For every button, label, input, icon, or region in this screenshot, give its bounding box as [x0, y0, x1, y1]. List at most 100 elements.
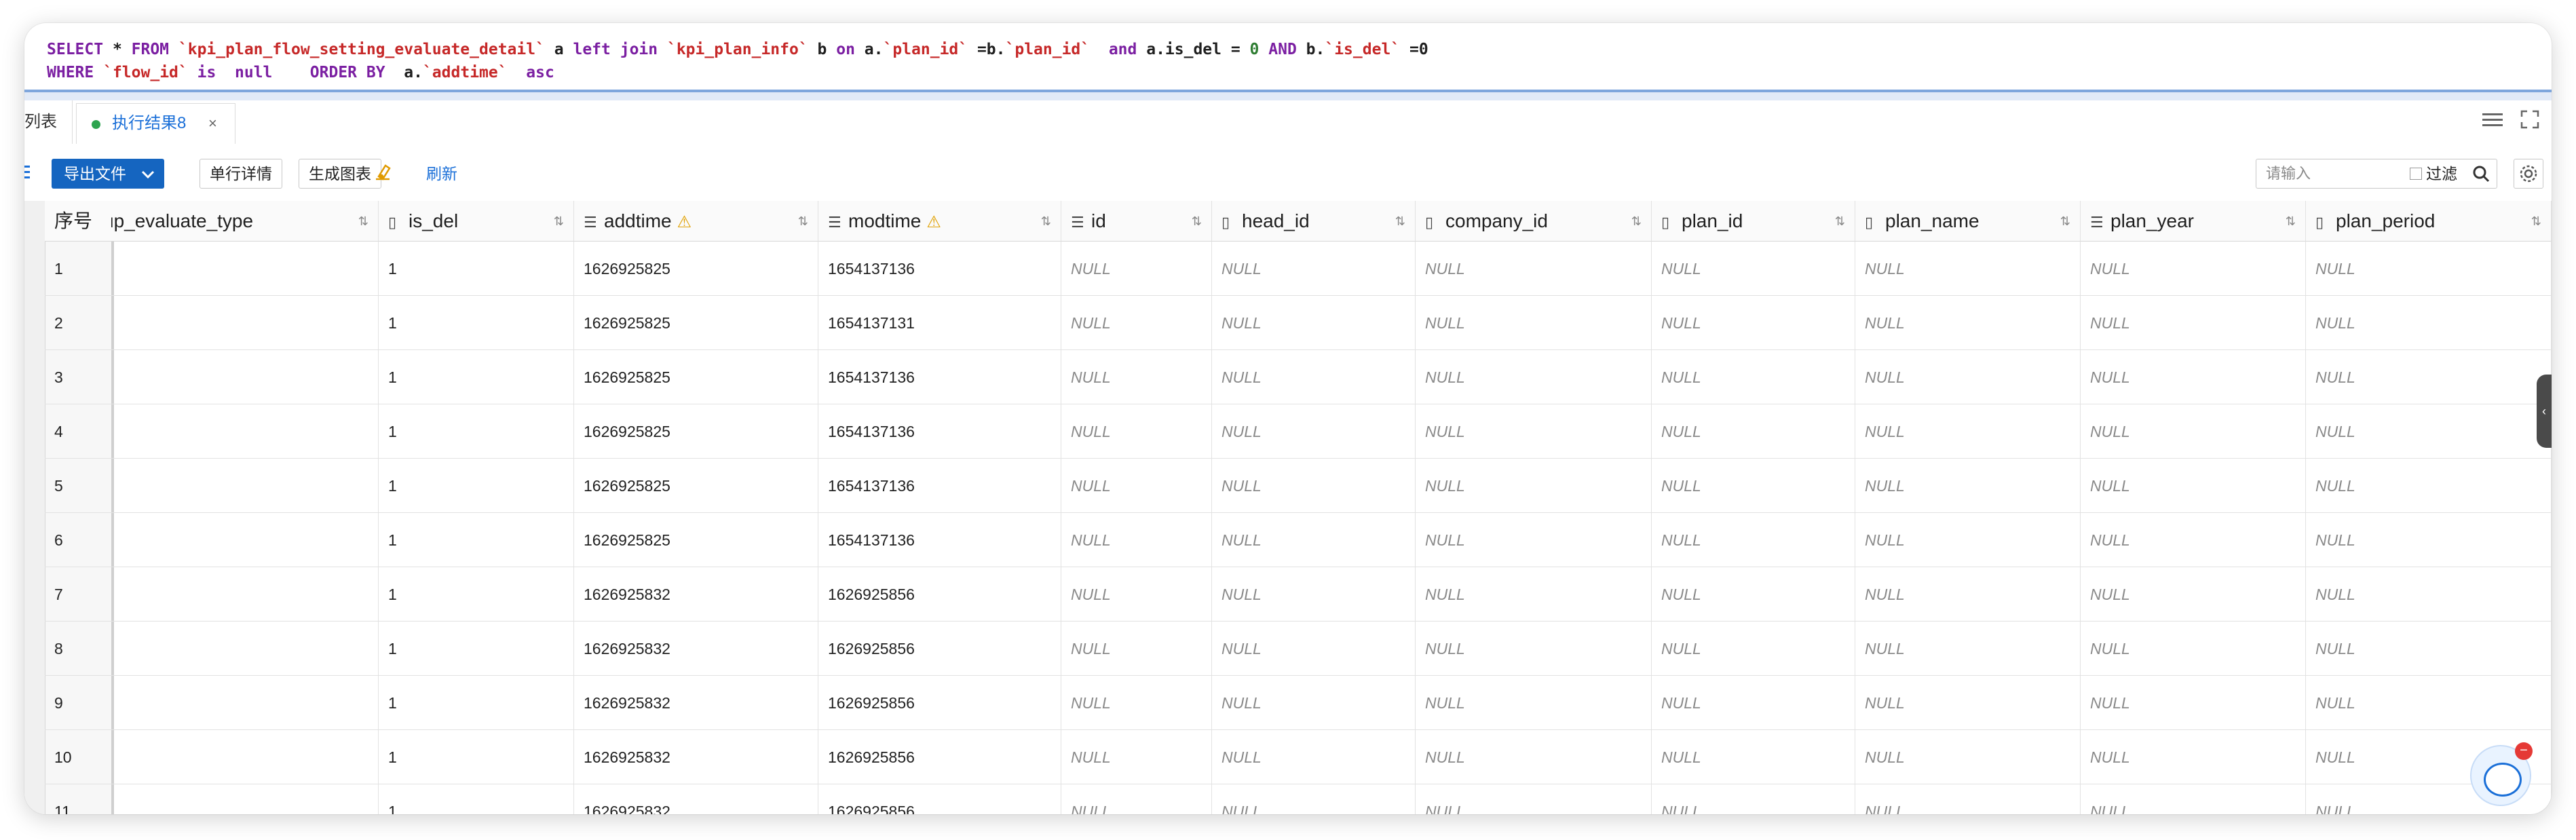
- table-cell[interactable]: NULL: [1061, 242, 1212, 296]
- table-cell[interactable]: 1: [379, 622, 574, 676]
- table-cell[interactable]: 1626925825: [574, 404, 818, 459]
- table-cell[interactable]: 1626925825: [574, 513, 818, 567]
- table-cell[interactable]: NULL: [1212, 676, 1416, 730]
- table-cell[interactable]: NULL: [2081, 296, 2306, 350]
- table-cell[interactable]: 1: [379, 404, 574, 459]
- column-header-id[interactable]: ☰ id ⇅: [1061, 201, 1212, 242]
- table-cell[interactable]: NULL: [1855, 459, 2081, 513]
- table-cell[interactable]: NULL: [1061, 730, 1212, 784]
- sort-icon[interactable]: ⇅: [798, 201, 808, 241]
- table-cell[interactable]: 1626925825: [574, 242, 818, 296]
- filter-checkbox[interactable]: [2410, 168, 2422, 180]
- search-icon[interactable]: [2471, 164, 2491, 184]
- table-cell[interactable]: 1626925832: [574, 567, 818, 622]
- row-number[interactable]: 6: [45, 513, 111, 567]
- table-cell[interactable]: NULL: [2306, 676, 2552, 730]
- row-number[interactable]: 3: [45, 350, 111, 404]
- table-cell[interactable]: NULL: [2306, 404, 2552, 459]
- table-cell[interactable]: NULL: [1416, 676, 1652, 730]
- table-cell[interactable]: 1626925856: [818, 730, 1061, 784]
- row-number[interactable]: 1: [45, 242, 111, 296]
- table-cell[interactable]: NULL: [1212, 404, 1416, 459]
- table-cell[interactable]: NULL: [1652, 296, 1855, 350]
- settings-partial-icon[interactable]: [24, 163, 31, 180]
- sort-icon[interactable]: ⇅: [2286, 201, 2296, 241]
- table-cell[interactable]: 1: [379, 567, 574, 622]
- sort-icon[interactable]: ⇅: [1631, 201, 1642, 241]
- table-cell[interactable]: NULL: [1855, 676, 2081, 730]
- table-cell[interactable]: NULL: [2081, 459, 2306, 513]
- table-cell[interactable]: NULL: [2306, 242, 2552, 296]
- table-cell[interactable]: NULL: [1652, 622, 1855, 676]
- sort-icon[interactable]: ⇅: [358, 201, 368, 241]
- table-cell[interactable]: NULL: [1416, 730, 1652, 784]
- table-cell[interactable]: [111, 242, 379, 296]
- table-cell[interactable]: NULL: [1416, 567, 1652, 622]
- row-number[interactable]: 7: [45, 567, 111, 622]
- column-header-plan-year[interactable]: ☰ plan_year ⇅: [2081, 201, 2306, 242]
- table-cell[interactable]: 1654137136: [818, 350, 1061, 404]
- table-cell[interactable]: NULL: [2081, 404, 2306, 459]
- table-cell[interactable]: NULL: [1416, 459, 1652, 513]
- table-cell[interactable]: 1654137136: [818, 242, 1061, 296]
- table-cell[interactable]: 1: [379, 350, 574, 404]
- sort-icon[interactable]: ⇅: [2060, 201, 2070, 241]
- table-cell[interactable]: NULL: [2081, 676, 2306, 730]
- row-number[interactable]: 11: [45, 784, 111, 814]
- table-cell[interactable]: [111, 730, 379, 784]
- table-cell[interactable]: NULL: [1212, 513, 1416, 567]
- row-number[interactable]: 8: [45, 622, 111, 676]
- table-cell[interactable]: NULL: [2081, 350, 2306, 404]
- table-cell[interactable]: NULL: [1416, 404, 1652, 459]
- table-cell[interactable]: NULL: [1061, 513, 1212, 567]
- row-detail-button[interactable]: 单行详情: [200, 159, 282, 189]
- sort-icon[interactable]: ⇅: [554, 201, 564, 241]
- column-header-company-id[interactable]: ▯ company_id ⇅: [1416, 201, 1652, 242]
- table-cell[interactable]: NULL: [1652, 676, 1855, 730]
- table-cell[interactable]: NULL: [1212, 784, 1416, 814]
- assistant-avatar[interactable]: −: [2470, 742, 2533, 806]
- table-cell[interactable]: NULL: [1855, 622, 2081, 676]
- table-cell[interactable]: NULL: [1416, 513, 1652, 567]
- table-cell[interactable]: [111, 296, 379, 350]
- table-cell[interactable]: NULL: [1212, 459, 1416, 513]
- table-cell[interactable]: 1626925832: [574, 622, 818, 676]
- table-cell[interactable]: NULL: [1212, 622, 1416, 676]
- table-cell[interactable]: 1626925856: [818, 567, 1061, 622]
- column-header-addtime[interactable]: ☰ addtime ⚠ ⇅: [574, 201, 818, 242]
- sql-line-1[interactable]: SELECT * FROM `kpi_plan_flow_setting_eva…: [47, 38, 2552, 61]
- table-cell[interactable]: NULL: [1212, 730, 1416, 784]
- row-number[interactable]: 5: [45, 459, 111, 513]
- table-cell[interactable]: NULL: [1652, 350, 1855, 404]
- column-header-type[interactable]: up_evaluate_type ⇅: [111, 201, 379, 242]
- table-cell[interactable]: [111, 350, 379, 404]
- sort-icon[interactable]: ⇅: [1192, 201, 1202, 241]
- table-cell[interactable]: NULL: [1652, 459, 1855, 513]
- table-cell[interactable]: NULL: [2081, 242, 2306, 296]
- table-cell[interactable]: [111, 567, 379, 622]
- table-cell[interactable]: 1626925832: [574, 730, 818, 784]
- format-brush-icon[interactable]: [372, 161, 395, 185]
- generate-chart-button[interactable]: 生成图表: [299, 159, 381, 189]
- row-selector-strip[interactable]: [24, 201, 45, 814]
- table-cell[interactable]: 1: [379, 784, 574, 814]
- table-cell[interactable]: 1654137136: [818, 513, 1061, 567]
- table-cell[interactable]: [111, 459, 379, 513]
- table-cell[interactable]: NULL: [1061, 784, 1212, 814]
- table-cell[interactable]: NULL: [1061, 296, 1212, 350]
- table-cell[interactable]: NULL: [1416, 622, 1652, 676]
- table-cell[interactable]: 1654137136: [818, 404, 1061, 459]
- table-cell[interactable]: NULL: [2081, 513, 2306, 567]
- search-input[interactable]: 请输入: [2266, 159, 2311, 188]
- table-cell[interactable]: [111, 513, 379, 567]
- table-cell[interactable]: NULL: [1652, 730, 1855, 784]
- table-cell[interactable]: 1: [379, 242, 574, 296]
- row-number[interactable]: 4: [45, 404, 111, 459]
- table-cell[interactable]: NULL: [1855, 513, 2081, 567]
- table-cell[interactable]: NULL: [1855, 784, 2081, 814]
- table-cell[interactable]: NULL: [2081, 730, 2306, 784]
- table-cell[interactable]: NULL: [1212, 567, 1416, 622]
- row-number[interactable]: 10: [45, 730, 111, 784]
- column-header-modtime[interactable]: ☰ modtime ⚠ ⇅: [818, 201, 1061, 242]
- table-cell[interactable]: NULL: [1416, 784, 1652, 814]
